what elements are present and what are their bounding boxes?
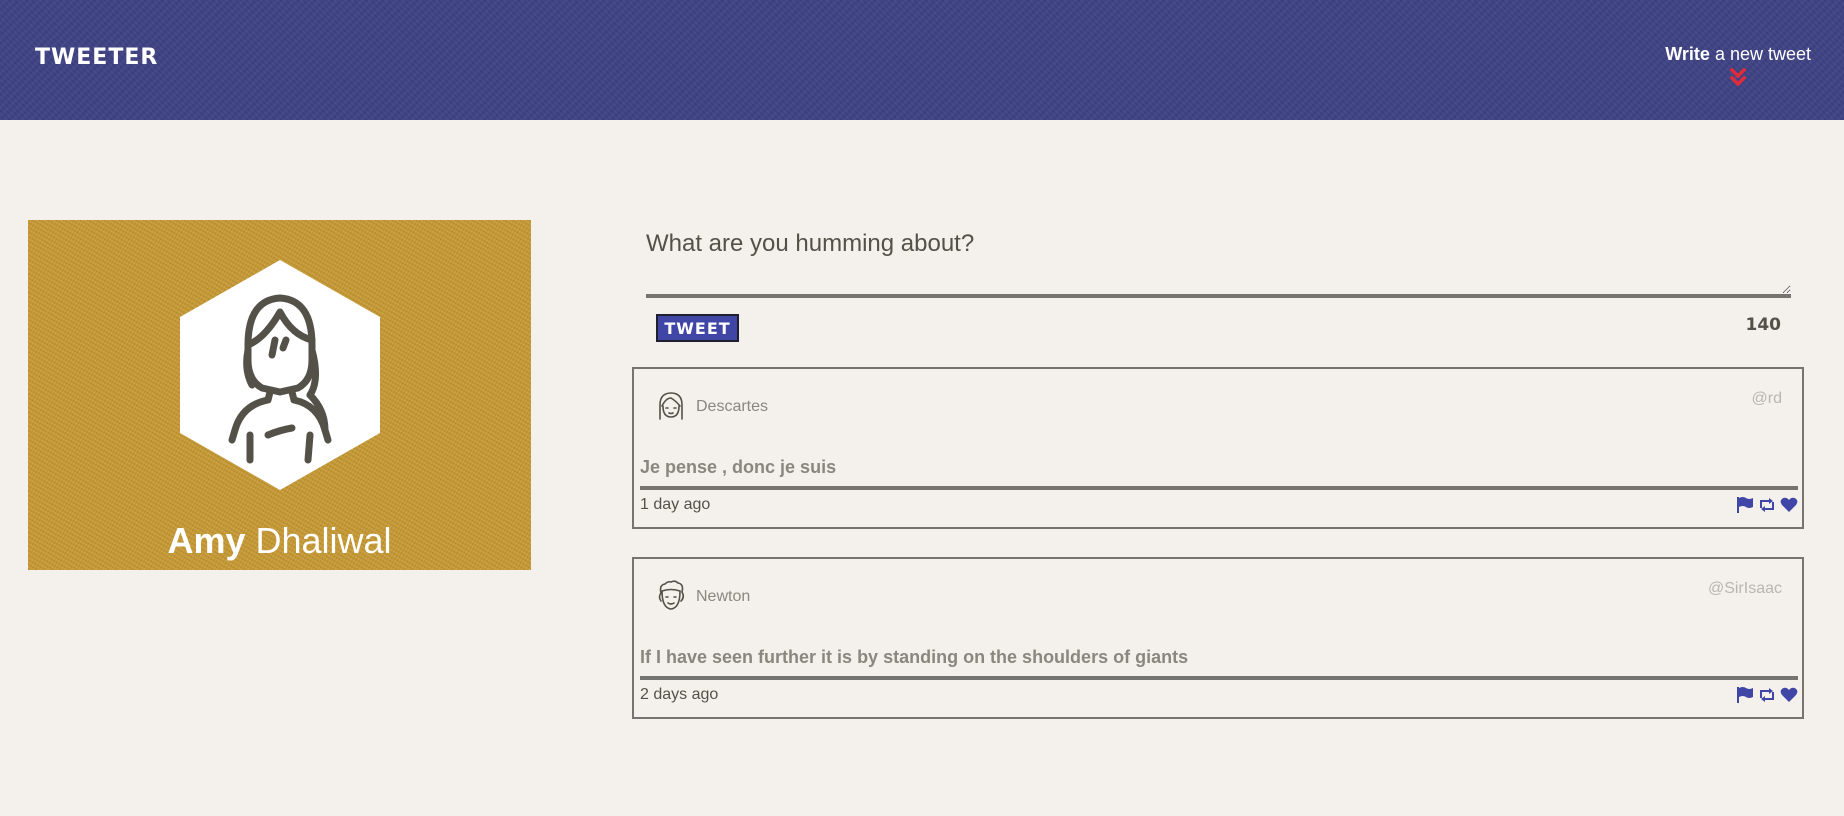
tweet-actions bbox=[1736, 686, 1798, 704]
tweet-text: If I have seen further it is by standing… bbox=[640, 647, 1189, 667]
brand-logo[interactable]: TWEETER bbox=[35, 45, 158, 70]
compose-form: TWEET 140 bbox=[646, 225, 1791, 342]
tweet-timestamp: 2 days ago bbox=[640, 686, 719, 703]
heart-icon[interactable] bbox=[1780, 496, 1798, 514]
divider bbox=[640, 486, 1798, 490]
woman-avatar-icon bbox=[180, 260, 380, 490]
tweet-button[interactable]: TWEET bbox=[656, 314, 739, 342]
profile-name: Amy Dhaliwal bbox=[167, 520, 392, 561]
tweet-handle[interactable]: @SirIsaac bbox=[1708, 580, 1782, 598]
tweet-input[interactable] bbox=[646, 225, 1791, 298]
tweet-author: Descartes bbox=[696, 398, 769, 415]
tweet-timestamp: 1 day ago bbox=[640, 496, 711, 513]
profile-card: Amy Dhaliwal bbox=[28, 220, 531, 570]
flag-icon[interactable] bbox=[1736, 496, 1754, 514]
tweet-handle[interactable]: @rd bbox=[1752, 390, 1782, 408]
retweet-icon[interactable] bbox=[1758, 496, 1776, 514]
tweet-card: Newton @SirIsaac If I have seen further … bbox=[632, 557, 1804, 719]
heart-icon[interactable] bbox=[1780, 686, 1798, 704]
man-avatar-icon bbox=[658, 580, 685, 610]
tweet-actions bbox=[1736, 496, 1798, 514]
tweet-card: Descartes @rd Je pense , donc je suis 1 … bbox=[632, 367, 1804, 529]
double-chevron-down-icon[interactable] bbox=[1729, 67, 1747, 87]
write-label: Write a new tweet bbox=[1665, 44, 1811, 64]
char-counter: 140 bbox=[1745, 315, 1782, 335]
flag-icon[interactable] bbox=[1736, 686, 1754, 704]
divider bbox=[640, 676, 1798, 680]
girl-avatar-icon bbox=[659, 392, 683, 420]
tweet-author: Newton bbox=[696, 588, 751, 605]
retweet-icon[interactable] bbox=[1758, 686, 1776, 704]
tweet-text: Je pense , donc je suis bbox=[640, 457, 837, 477]
top-nav: TWEETER Write a new tweet bbox=[0, 0, 1844, 120]
write-new-tweet-toggle[interactable]: Write a new tweet bbox=[1665, 44, 1811, 87]
